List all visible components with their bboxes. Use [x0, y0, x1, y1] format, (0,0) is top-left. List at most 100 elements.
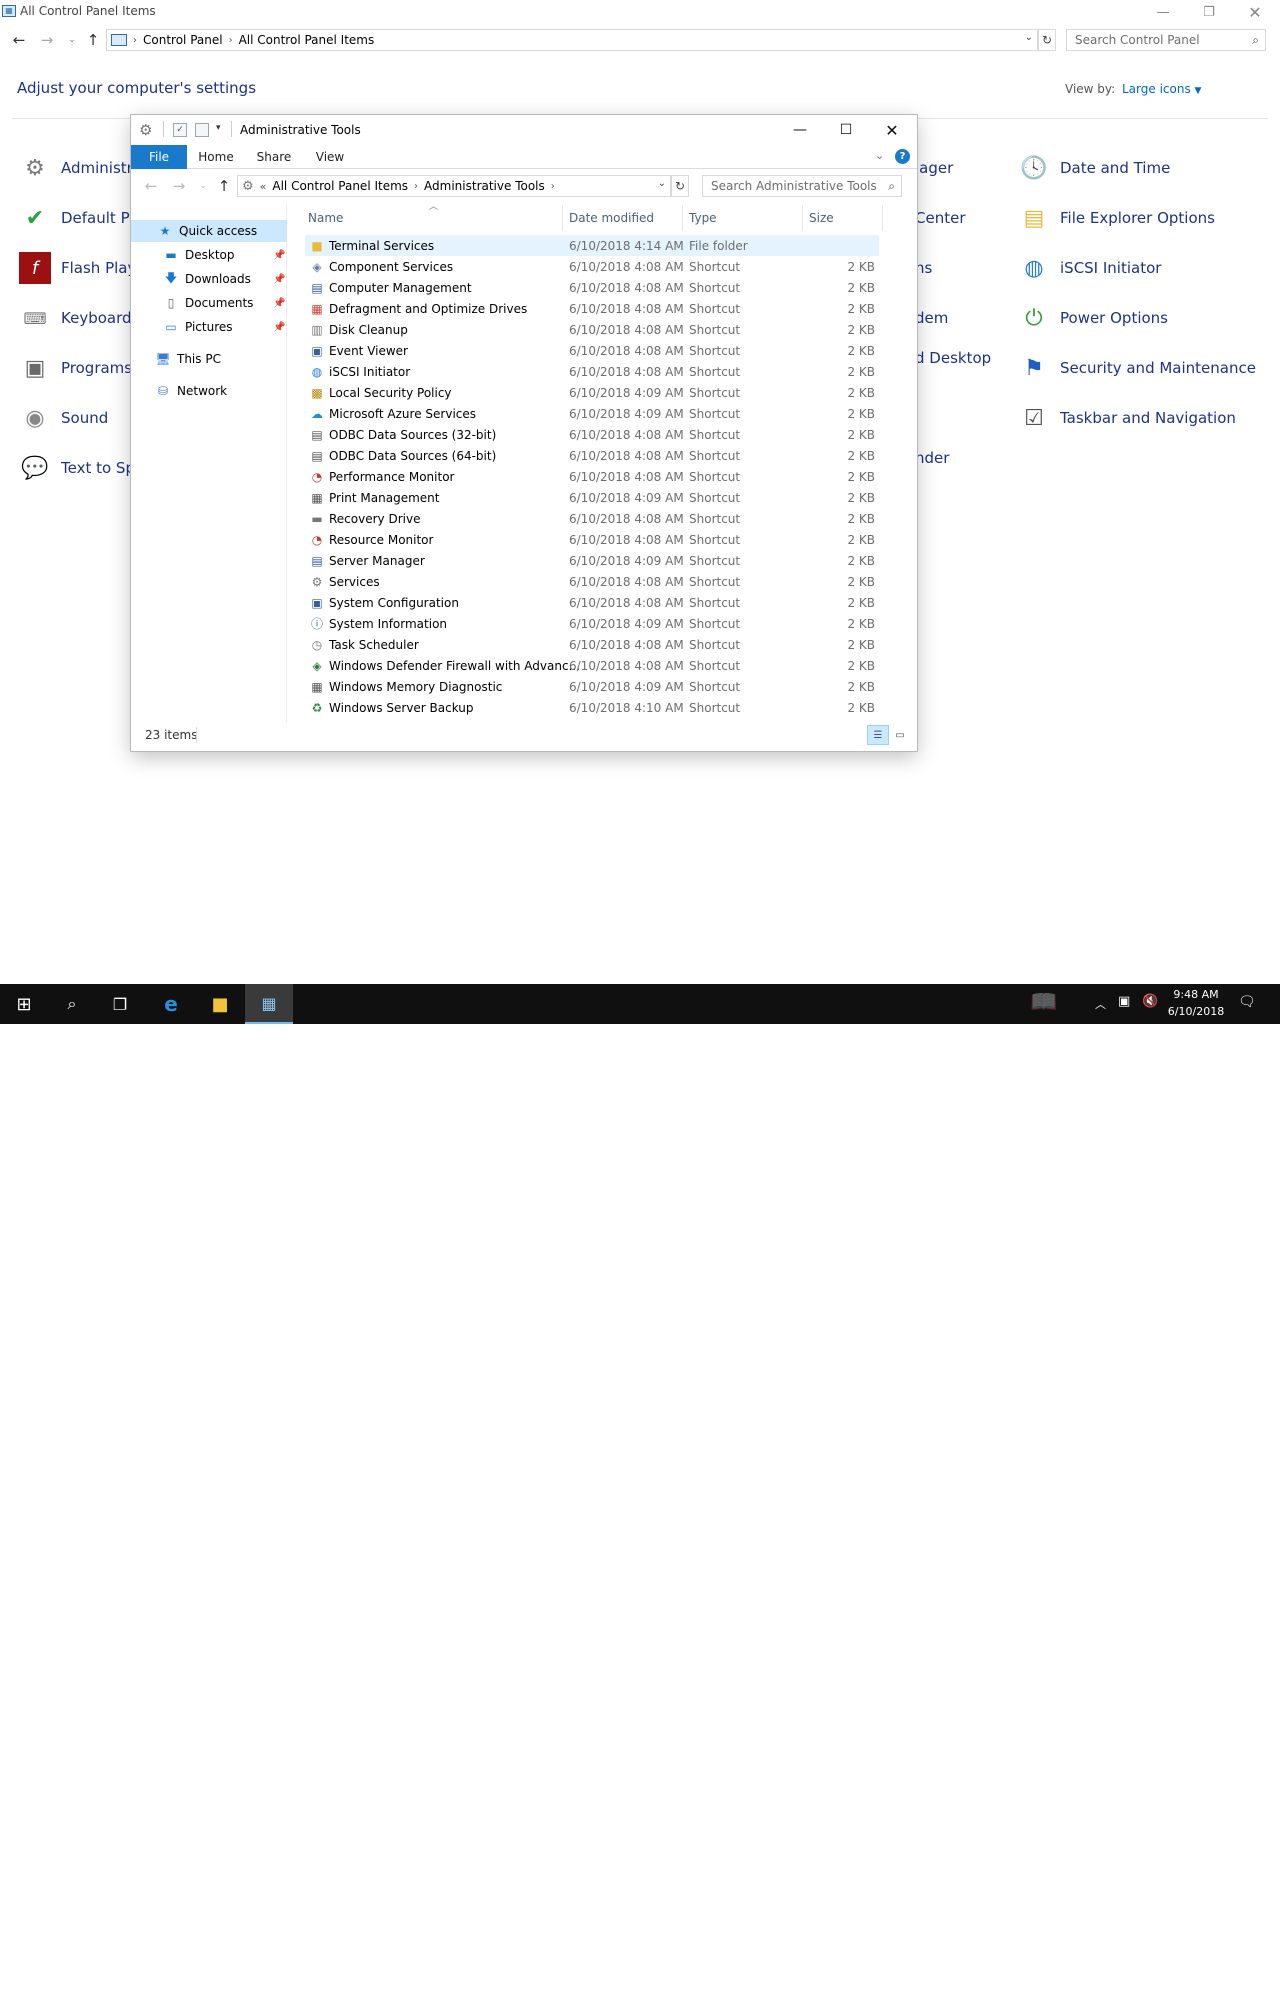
- pin-icon[interactable]: 📌: [273, 322, 285, 333]
- details-view-icon[interactable]: ☰: [867, 725, 889, 745]
- cp-item-file-explorer-options[interactable]: ▤ File Explorer Options: [1018, 200, 1215, 236]
- column-divider[interactable]: [882, 205, 883, 231]
- cp-item-fragment[interactable]: ns: [915, 259, 932, 277]
- cp-item-text-to-speech[interactable]: 💬 Text to Sp: [19, 450, 135, 486]
- address-bar[interactable]: › Control Panel › All Control Panel Item…: [106, 29, 1038, 51]
- up-arrow-icon[interactable]: ↑: [83, 30, 103, 50]
- breadcrumb-all-items[interactable]: All Control Panel Items: [239, 33, 375, 47]
- minimize-button[interactable]: —: [777, 117, 823, 143]
- up-arrow-icon[interactable]: ↑: [214, 176, 234, 196]
- expand-ribbon-icon[interactable]: ⌄: [875, 149, 884, 162]
- large-icons-view-icon[interactable]: ▭: [889, 725, 911, 745]
- file-row[interactable]: ♻ Windows Server Backup 6/10/2018 4:10 AM S…: [305, 697, 879, 718]
- tab-view[interactable]: View: [307, 145, 353, 169]
- chevron-down-icon[interactable]: ⌄: [1025, 32, 1033, 43]
- properties-icon[interactable]: ✓: [173, 123, 187, 137]
- file-row[interactable]: ⓘ System Information 6/10/2018 4:09 AM Shor…: [305, 613, 879, 634]
- file-row[interactable]: ◍ iSCSI Initiator 6/10/2018 4:08 AM Shortcu…: [305, 361, 879, 382]
- back-arrow-icon[interactable]: ←: [9, 30, 29, 50]
- column-divider[interactable]: [802, 205, 803, 231]
- pin-icon[interactable]: 📌: [273, 298, 285, 309]
- recent-locations-chevron-icon[interactable]: ⌄: [193, 176, 213, 196]
- close-button[interactable]: ✕: [1232, 0, 1278, 24]
- nav-item-network[interactable]: ⛁ Network: [131, 380, 287, 402]
- cp-item-keyboard[interactable]: ⌨ Keyboard: [19, 300, 131, 336]
- nav-item-quick-access[interactable]: ★ Quick access: [131, 220, 287, 242]
- nav-item-desktop[interactable]: ▬ Desktop 📌: [131, 244, 287, 266]
- pin-icon[interactable]: 📌: [273, 274, 285, 285]
- cp-item-administrative-tools[interactable]: ⚙ Administr: [19, 150, 133, 186]
- cp-item-fragment[interactable]: iager: [915, 159, 953, 177]
- cp-item-fragment[interactable]: d Desktop: [915, 349, 991, 367]
- cp-item-fragment[interactable]: dem: [915, 309, 948, 327]
- address-bar[interactable]: ⚙ « All Control Panel Items › Administra…: [237, 175, 671, 197]
- column-header-type[interactable]: Type: [689, 207, 717, 229]
- file-row[interactable]: ▤ ODBC Data Sources (64-bit) 6/10/2018 4:0…: [305, 445, 879, 466]
- file-row[interactable]: ▤ Computer Management 6/10/2018 4:08 AM Sho…: [305, 277, 879, 298]
- nav-item-this-pc[interactable]: 🖥 This PC: [131, 348, 287, 370]
- forward-arrow-icon[interactable]: →: [169, 176, 189, 196]
- internet-explorer-icon[interactable]: e: [147, 984, 195, 1024]
- help-icon[interactable]: ?: [895, 149, 910, 164]
- refresh-icon[interactable]: ↻: [1038, 29, 1056, 51]
- file-row[interactable]: ◔ Performance Monitor 6/10/2018 4:08 AM Sho…: [305, 466, 879, 487]
- tab-home[interactable]: Home: [191, 145, 241, 169]
- back-arrow-icon[interactable]: ←: [141, 176, 161, 196]
- tab-file[interactable]: File: [131, 145, 187, 169]
- restore-button[interactable]: ❐: [1186, 0, 1232, 24]
- overflow-chevron-icon[interactable]: «: [260, 180, 267, 193]
- volume-muted-icon[interactable]: 🔇: [1142, 994, 1158, 1009]
- cp-item-security-and-maintenance[interactable]: ⚑ Security and Maintenance: [1018, 350, 1256, 386]
- nav-item-documents[interactable]: ▯ Documents 📌: [131, 292, 287, 314]
- file-row[interactable]: ▬ Recovery Drive 6/10/2018 4:08 AM Shortcut…: [305, 508, 879, 529]
- cp-item-date-and-time[interactable]: 🕓 Date and Time: [1018, 150, 1170, 186]
- cp-item-taskbar-and-navigation[interactable]: ☑ Taskbar and Navigation: [1018, 400, 1236, 436]
- cp-item-programs[interactable]: ▣ Programs: [19, 350, 133, 386]
- clock-date[interactable]: 6/10/2018: [1160, 1005, 1232, 1018]
- nav-item-downloads[interactable]: 🡇 Downloads 📌: [131, 268, 287, 290]
- file-row[interactable]: ⚙ Services 6/10/2018 4:08 AM Shortcut 2 KB: [305, 571, 879, 592]
- cp-item-sound[interactable]: ◉ Sound: [19, 400, 108, 436]
- column-divider[interactable]: [682, 205, 683, 231]
- cp-item-fragment[interactable]: nder: [915, 449, 949, 467]
- windows-start-icon[interactable]: ⊞: [0, 984, 48, 1024]
- file-row[interactable]: ◈ Windows Defender Firewall with Advanc..…: [305, 655, 879, 676]
- nav-item-pictures[interactable]: ▭ Pictures 📌: [131, 316, 287, 338]
- network-icon[interactable]: ▣: [1118, 994, 1130, 1009]
- file-row[interactable]: ▦ Defragment and Optimize Drives 6/10/2018…: [305, 298, 879, 319]
- refresh-icon[interactable]: ↻: [671, 175, 689, 197]
- file-row[interactable]: ▣ System Configuration 6/10/2018 4:08 AM Sh…: [305, 592, 879, 613]
- search-icon[interactable]: ⌕: [48, 984, 96, 1024]
- breadcrumb-admin-tools[interactable]: Administrative Tools: [424, 179, 545, 193]
- clock-time[interactable]: 9:48 AM: [1160, 988, 1232, 1001]
- close-button[interactable]: ✕: [869, 117, 915, 143]
- chevron-down-icon[interactable]: ⌄: [658, 178, 666, 189]
- search-control-panel-input[interactable]: Search Control Panel ⌕: [1066, 29, 1266, 51]
- file-row[interactable]: ■ Terminal Services 6/10/2018 4:14 AM File …: [305, 235, 879, 256]
- maximize-button[interactable]: ☐: [823, 117, 869, 143]
- tab-share[interactable]: Share: [251, 145, 297, 169]
- action-center-icon[interactable]: 🗨: [1238, 994, 1256, 1010]
- column-divider[interactable]: [562, 205, 563, 231]
- customize-toolbar-icon[interactable]: ▾: [216, 123, 221, 133]
- cp-item-power-options[interactable]: ⏻ Power Options: [1018, 300, 1168, 336]
- column-header-size[interactable]: Size: [809, 207, 834, 229]
- column-header-date-modified[interactable]: Date modified: [569, 207, 654, 229]
- cp-item-fragment[interactable]: Center: [915, 209, 966, 227]
- file-row[interactable]: ▩ Local Security Policy 6/10/2018 4:09 AM S…: [305, 382, 879, 403]
- file-row[interactable]: ☁ Microsoft Azure Services 6/10/2018 4:09 …: [305, 403, 879, 424]
- file-row[interactable]: ▤ Server Manager 6/10/2018 4:09 AM Shortcut…: [305, 550, 879, 571]
- file-row[interactable]: ◈ Component Services 6/10/2018 4:08 AM Shor…: [305, 256, 879, 277]
- pin-icon[interactable]: 📌: [273, 250, 285, 261]
- file-row[interactable]: ▣ Event Viewer 6/10/2018 4:08 AM Shortcut 2 …: [305, 340, 879, 361]
- file-row[interactable]: ▦ Print Management 6/10/2018 4:09 AM Shortc…: [305, 487, 879, 508]
- search-admin-tools-input[interactable]: Search Administrative Tools ⌕: [702, 175, 902, 197]
- breadcrumb-all-items[interactable]: All Control Panel Items: [272, 179, 408, 193]
- task-view-icon[interactable]: ❐: [96, 984, 144, 1024]
- file-row[interactable]: ▥ Disk Cleanup 6/10/2018 4:08 AM Shortcut 2 …: [305, 319, 879, 340]
- forward-arrow-icon[interactable]: →: [37, 30, 57, 50]
- view-by-dropdown[interactable]: Large icons ▼: [1122, 82, 1201, 96]
- file-row[interactable]: ◔ Resource Monitor 6/10/2018 4:08 AM Shortc…: [305, 529, 879, 550]
- minimize-button[interactable]: —: [1140, 0, 1186, 24]
- file-row[interactable]: ▤ ODBC Data Sources (32-bit) 6/10/2018 4:0…: [305, 424, 879, 445]
